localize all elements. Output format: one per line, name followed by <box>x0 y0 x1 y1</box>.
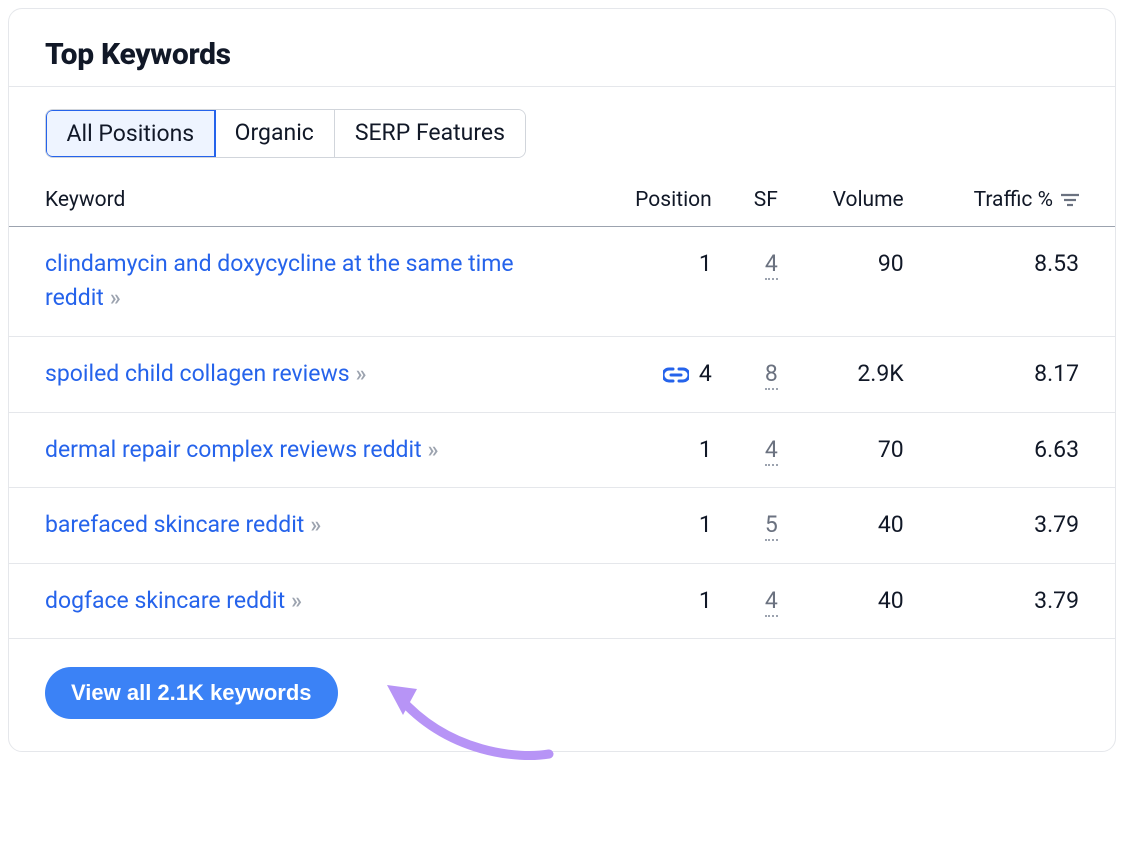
table-row: clindamycin and doxycycline at the same … <box>9 226 1115 336</box>
card-header: Top Keywords <box>9 9 1115 87</box>
tab-all-positions[interactable]: All Positions <box>45 109 216 158</box>
position-cell: 1 <box>593 226 726 336</box>
position-cell: 1 <box>593 412 726 488</box>
sort-desc-icon <box>1061 193 1079 207</box>
volume-cell: 90 <box>792 226 918 336</box>
chevron-right-icon: » <box>356 362 364 387</box>
volume-cell: 2.9K <box>792 336 918 412</box>
sf-cell[interactable]: 8 <box>726 336 792 412</box>
volume-cell: 70 <box>792 412 918 488</box>
sf-cell[interactable]: 4 <box>726 563 792 639</box>
chevron-right-icon: » <box>310 513 318 538</box>
keywords-table: Keyword Position SF Volume Traffic % <box>9 168 1115 640</box>
position-cell: 1 <box>593 563 726 639</box>
col-sf[interactable]: SF <box>726 168 792 227</box>
traffic-cell: 3.79 <box>918 488 1115 564</box>
keyword-link[interactable]: barefaced skincare reddit <box>45 511 304 538</box>
keyword-link[interactable]: spoiled child collagen reviews <box>45 360 350 387</box>
card-title: Top Keywords <box>45 37 1079 72</box>
table-row: barefaced skincare reddit» 15403.79 <box>9 488 1115 564</box>
table-row: dogface skincare reddit» 14403.79 <box>9 563 1115 639</box>
traffic-cell: 3.79 <box>918 563 1115 639</box>
top-keywords-card: Top Keywords All Positions Organic SERP … <box>8 8 1116 752</box>
traffic-cell: 8.53 <box>918 226 1115 336</box>
tab-organic[interactable]: Organic <box>215 110 335 157</box>
keyword-link[interactable]: dogface skincare reddit <box>45 587 285 614</box>
keyword-link[interactable]: dermal repair complex reviews reddit <box>45 436 422 463</box>
volume-cell: 40 <box>792 563 918 639</box>
table-row: dermal repair complex reviews reddit» 147… <box>9 412 1115 488</box>
chevron-right-icon: » <box>428 438 436 463</box>
sf-cell[interactable]: 4 <box>726 412 792 488</box>
position-cell: 4 <box>593 336 726 412</box>
col-keyword[interactable]: Keyword <box>9 168 593 227</box>
chevron-right-icon: » <box>110 286 118 311</box>
link-icon <box>663 357 689 392</box>
annotation-arrow-icon <box>379 659 569 773</box>
table-row: spoiled child collagen reviews» 482.9K8.1… <box>9 336 1115 412</box>
tabs-container: All Positions Organic SERP Features <box>9 87 1115 168</box>
view-all-keywords-button[interactable]: View all 2.1K keywords <box>45 667 338 719</box>
col-volume[interactable]: Volume <box>792 168 918 227</box>
sf-cell[interactable]: 5 <box>726 488 792 564</box>
traffic-cell: 8.17 <box>918 336 1115 412</box>
col-traffic[interactable]: Traffic % <box>918 168 1115 227</box>
card-footer: View all 2.1K keywords <box>9 639 1115 719</box>
tab-serp-features[interactable]: SERP Features <box>335 110 525 157</box>
filter-tabs: All Positions Organic SERP Features <box>45 109 526 158</box>
sf-cell[interactable]: 4 <box>726 226 792 336</box>
position-cell: 1 <box>593 488 726 564</box>
volume-cell: 40 <box>792 488 918 564</box>
col-position[interactable]: Position <box>593 168 726 227</box>
traffic-cell: 6.63 <box>918 412 1115 488</box>
chevron-right-icon: » <box>291 589 299 614</box>
